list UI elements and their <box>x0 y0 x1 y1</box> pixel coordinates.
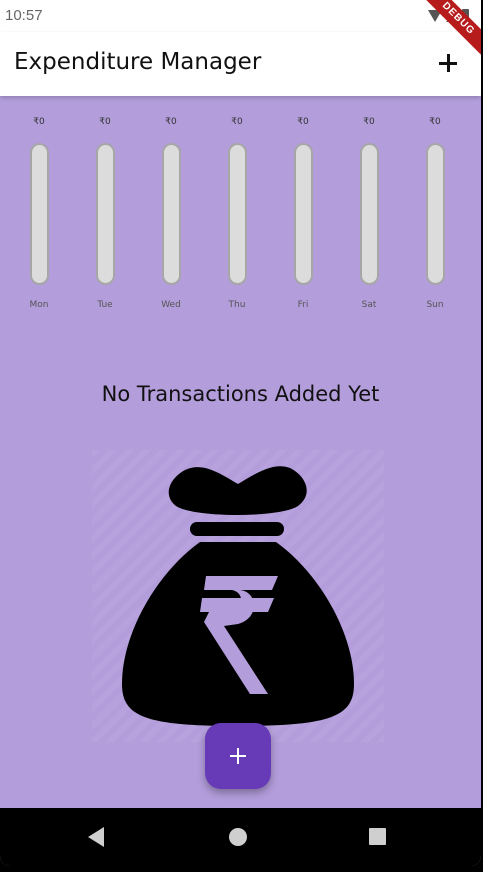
plus-icon[interactable] <box>431 46 465 80</box>
status-time: 10:57 <box>5 7 43 24</box>
bar-column-mon: ₹0 Mon <box>6 110 72 320</box>
add-transaction-fab[interactable] <box>205 723 271 789</box>
bar-day-label: Mon <box>29 300 49 310</box>
back-icon[interactable] <box>88 827 104 847</box>
bar-track <box>360 143 379 285</box>
bar-day-label: Thu <box>228 300 246 310</box>
home-icon[interactable] <box>229 828 247 846</box>
bar-track <box>30 143 49 285</box>
rupee-money-bag-icon <box>122 466 354 726</box>
bar-amount-label: ₹0 <box>363 117 375 127</box>
page-title: Expenditure Manager <box>14 49 262 75</box>
bar-day-label: Wed <box>161 300 181 310</box>
bar-column-thu: ₹0 Thu <box>204 110 270 320</box>
bar-track <box>162 143 181 285</box>
bar-day-label: Tue <box>97 300 113 310</box>
bar-amount-label: ₹0 <box>165 117 177 127</box>
bar-column-tue: ₹0 Tue <box>72 110 138 320</box>
bar-day-label: Sat <box>361 300 377 310</box>
bar-amount-label: ₹0 <box>33 117 45 127</box>
bar-track <box>96 143 115 285</box>
bar-column-sun: ₹0 Sun <box>402 110 468 320</box>
navigation-bar <box>0 808 481 866</box>
weekly-spending-chart: ₹0 Mon ₹0 Tue ₹0 Wed ₹0 Thu ₹0 Fri ₹0 Sat ₹0 Sun <box>6 110 472 320</box>
bar-amount-label: ₹0 <box>297 117 309 127</box>
device-frame: 10:57 DEBUG Expenditure Manager ₹0 Mon ₹0 T… <box>0 0 483 872</box>
bar-amount-label: ₹0 <box>429 117 441 127</box>
empty-state-message: No Transactions Added Yet <box>101 382 380 406</box>
app-bar: Expenditure Manager <box>0 32 481 96</box>
recents-icon[interactable] <box>369 828 386 845</box>
bar-amount-label: ₹0 <box>99 117 111 127</box>
bar-track <box>228 143 247 285</box>
bar-column-sat: ₹0 Sat <box>336 110 402 320</box>
bar-day-label: Fri <box>297 300 309 310</box>
app-screen: 10:57 DEBUG Expenditure Manager ₹0 Mon ₹0 T… <box>0 0 481 866</box>
empty-state-illustration <box>92 450 384 742</box>
bar-column-fri: ₹0 Fri <box>270 110 336 320</box>
bar-amount-label: ₹0 <box>231 117 243 127</box>
bar-day-label: Sun <box>426 300 444 310</box>
status-bar: 10:57 <box>0 0 481 32</box>
bar-track <box>294 143 313 285</box>
bar-column-wed: ₹0 Wed <box>138 110 204 320</box>
bar-track <box>426 143 445 285</box>
